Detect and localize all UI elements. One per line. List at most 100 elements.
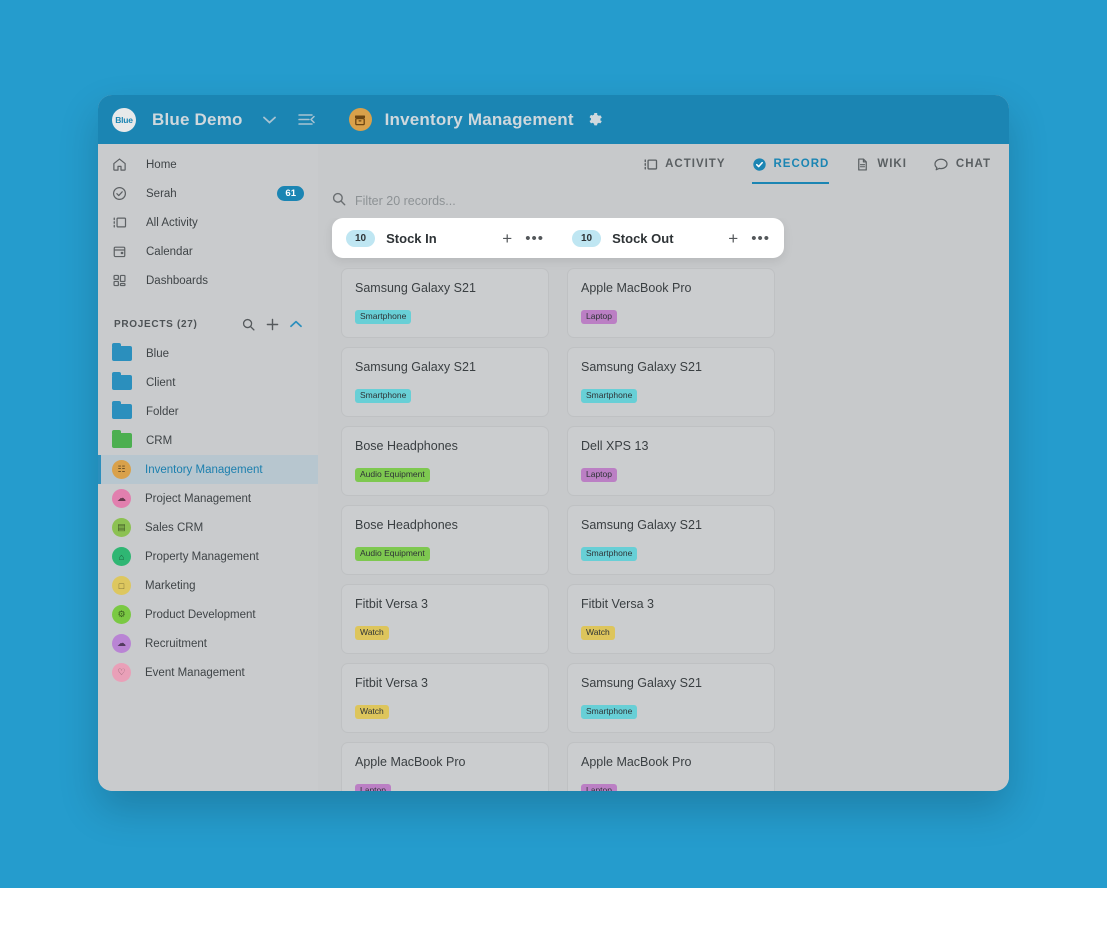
search-icon[interactable] [242,318,255,331]
tab-activity[interactable]: ACTIVITY [643,144,725,184]
projects-actions [242,318,302,331]
plus-icon[interactable]: + [728,230,738,247]
sidebar-item-calendar[interactable]: Calendar [98,237,318,266]
sidebar-project-inventory-management[interactable]: ☷ Inventory Management [98,455,318,484]
chevron-down-icon[interactable] [262,112,276,127]
sidebar-project-label: Client [146,376,176,389]
record-card[interactable]: Samsung Galaxy S21 Smartphone [341,347,549,417]
record-card[interactable]: Bose Headphones Audio Equipment [341,505,549,575]
project-avatar-icon: ▤ [112,518,131,537]
record-tag: Watch [355,705,389,719]
sidebar-item-dashboards[interactable]: Dashboards [98,266,318,295]
column-actions: + ••• [502,230,544,247]
sidebar-project-event-management[interactable]: ♡ Event Management [98,658,318,687]
sidebar-project-product-development[interactable]: ⚙ Product Development [98,600,318,629]
chevron-up-icon[interactable] [290,320,302,328]
project-avatar-icon: ♡ [112,663,131,682]
column-header-stock-in: 10 Stock In + ••• [332,229,558,247]
column-title: Stock In [386,230,437,246]
project-avatar-icon: □ [112,576,131,595]
calendar-icon [112,244,136,259]
sidebar-project-label: Marketing [145,579,196,592]
chat-bubble-icon [933,157,949,172]
collapse-sidebar-icon[interactable] [297,113,315,126]
tab-chat[interactable]: CHAT [933,144,991,184]
record-title: Apple MacBook Pro [581,755,692,769]
record-card[interactable]: Dell XPS 13 Laptop [567,426,775,496]
tab-label: ACTIVITY [665,158,726,170]
workspace-name[interactable]: Blue Demo [152,110,243,130]
record-tag: Smartphone [355,389,412,403]
record-title: Samsung Galaxy S21 [355,360,476,374]
plus-icon[interactable]: + [502,230,512,247]
document-icon [855,157,870,172]
folder-icon [112,343,132,361]
record-card[interactable]: Fitbit Versa 3 Watch [341,663,549,733]
record-tag: Laptop [581,784,617,791]
sidebar-project-client[interactable]: Client [98,368,318,397]
record-title: Apple MacBook Pro [355,755,466,769]
sidebar-project-marketing[interactable]: □ Marketing [98,571,318,600]
project-avatar-icon: ⌂ [112,547,131,566]
record-card[interactable]: Apple MacBook Pro Laptop [567,742,775,791]
project-icon [348,108,372,131]
record-card[interactable]: Apple MacBook Pro Laptop [567,268,775,338]
record-title: Samsung Galaxy S21 [355,281,476,295]
check-circle-icon [752,157,767,172]
record-card[interactable]: Samsung Galaxy S21 Smartphone [567,663,775,733]
record-card[interactable]: Samsung Galaxy S21 Smartphone [567,347,775,417]
sidebar-item-label: All Activity [146,216,198,229]
tab-label: CHAT [955,158,991,170]
record-title: Fitbit Versa 3 [355,676,428,690]
tab-record[interactable]: RECORD [751,144,830,184]
record-card[interactable]: Samsung Galaxy S21 Smartphone [341,268,549,338]
board: 10 Stock In + ••• 10 Stock Out + ••• + Samsung … [318,218,1009,791]
projects-title: PROJECTS (27) [114,318,198,330]
tab-wiki[interactable]: WIKI [855,144,907,184]
sidebar-project-sales-crm[interactable]: ▤ Sales CRM [98,513,318,542]
record-title: Dell XPS 13 [581,439,649,453]
sidebar-item-all-activity[interactable]: All Activity [98,208,318,237]
sidebar-project-property-management[interactable]: ⌂ Property Management [98,542,318,571]
sidebar-item-label: Serah [146,187,177,200]
sidebar-project-label: Folder [146,405,179,418]
sidebar-project-label: Project Management [145,492,252,505]
folder-icon [112,430,132,448]
sidebar-project-folder[interactable]: Folder [98,397,318,426]
tab-bar: ACTIVITY RECORD WIKI CHAT [318,144,1009,184]
ellipsis-icon[interactable]: ••• [525,231,544,246]
record-tag: Smartphone [581,547,638,561]
record-card[interactable]: Fitbit Versa 3 Watch [567,584,775,654]
record-card[interactable]: Samsung Galaxy S21 Smartphone [567,505,775,575]
column-actions: + ••• [728,230,770,247]
record-title: Bose Headphones [355,439,458,453]
plus-icon[interactable] [266,318,279,331]
sidebar-nav: Home Serah 61 All Activity Calendar Dashboard… [98,150,318,295]
sidebar-projects-list: Blue Client Folder CRM ☷ Inventory Management… [98,339,318,687]
sidebar-project-label: CRM [146,434,173,447]
sidebar-project-blue[interactable]: Blue [98,339,318,368]
folder-icon [112,401,132,419]
project-avatar-icon: ☁ [112,489,131,508]
record-tag: Watch [355,626,389,640]
record-card[interactable]: Fitbit Versa 3 Watch [341,584,549,654]
record-tag: Audio Equipment [355,547,430,561]
record-card[interactable]: Apple MacBook Pro Laptop [341,742,549,791]
sidebar-item-home[interactable]: Home [98,150,318,179]
page-title: Inventory Management [384,109,574,129]
record-card[interactable]: Bose Headphones Audio Equipment [341,426,549,496]
main-content: ACTIVITY RECORD WIKI CHAT 10 Stock In + ••• 10 S… [318,144,1009,791]
ellipsis-icon[interactable]: ••• [751,231,770,246]
sidebar-project-crm[interactable]: CRM [98,426,318,455]
gear-icon[interactable] [588,112,603,127]
sidebar-item-serah[interactable]: Serah 61 [98,179,318,208]
record-title: Bose Headphones [355,518,458,532]
sidebar-project-project-management[interactable]: ☁ Project Management [98,484,318,513]
record-tag: Watch [581,626,615,640]
sidebar-project-recruitment[interactable]: ☁ Recruitment [98,629,318,658]
record-tag: Laptop [581,468,617,482]
blue-logo-icon[interactable]: Blue [112,107,136,132]
record-tag: Laptop [581,310,617,324]
board-columns: Samsung Galaxy S21 Smartphone Samsung Gala… [332,268,995,791]
search-input[interactable] [355,194,615,208]
